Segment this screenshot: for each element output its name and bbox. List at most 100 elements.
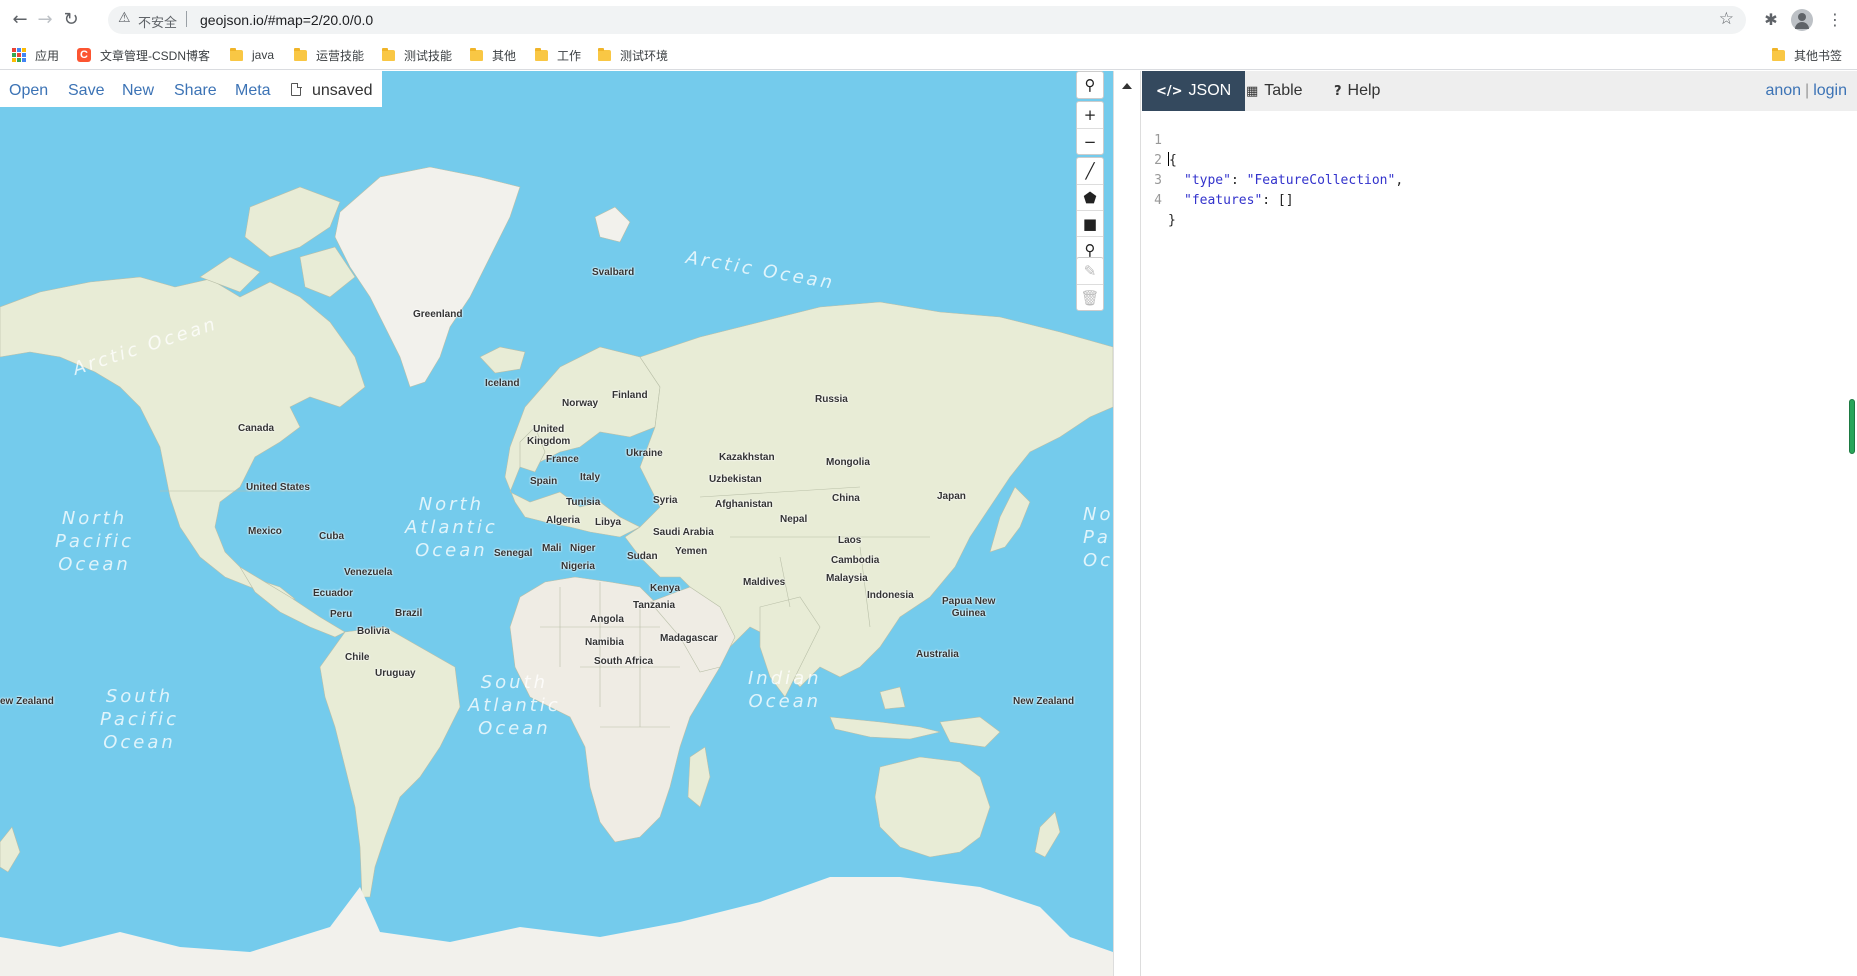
new-zealand-left-landmass <box>0 826 21 873</box>
tab-json-label: JSON <box>1188 82 1232 99</box>
folder-icon <box>294 47 307 61</box>
code-token: "type" <box>1184 173 1231 188</box>
place-label: United States <box>246 482 310 493</box>
bookmark-other-bookmarks[interactable]: 其他书签 <box>1772 46 1842 64</box>
profile-avatar[interactable] <box>1791 9 1813 31</box>
antarctica-landmass <box>0 877 1113 976</box>
place-label: Malaysia <box>826 573 868 584</box>
place-label: Madagascar <box>660 633 718 644</box>
place-label: Libya <box>595 517 622 528</box>
draw-rectangle-icon[interactable]: ■ <box>1077 210 1103 236</box>
folder-icon <box>382 47 395 61</box>
new-menu[interactable]: New <box>122 82 154 100</box>
apps-icon <box>12 48 26 62</box>
back-icon[interactable]: ← <box>8 8 32 32</box>
file-menu-bar: Open Save New Share Meta unsaved <box>0 71 382 107</box>
open-menu[interactable]: Open <box>9 82 48 100</box>
place-label: Cuba <box>319 531 344 542</box>
bookmark-qita[interactable]: 其他 <box>470 46 516 64</box>
security-label[interactable]: 不安全 <box>138 12 177 31</box>
place-label: Canada <box>238 423 275 434</box>
delete-layers-icon[interactable]: 🗑 <box>1077 284 1103 310</box>
folder-icon <box>1772 47 1785 61</box>
omnibox-separator <box>186 11 187 27</box>
save-menu[interactable]: Save <box>68 82 104 100</box>
place-label: Ecuador <box>313 588 354 599</box>
meta-menu[interactable]: Meta <box>235 82 271 100</box>
help-icon: ? <box>1334 84 1342 99</box>
ocean-label: Indian Ocean <box>748 668 822 712</box>
bookmark-csdn[interactable]: C 文章管理-CSDN博客 <box>77 46 210 64</box>
json-editor[interactable]: 1 { 2 "type": "FeatureCollection", 3 "fe… <box>1142 111 1857 976</box>
file-status: unsaved <box>312 82 373 99</box>
scrollbar-thumb[interactable] <box>1849 399 1855 454</box>
bookmark-gongzuo[interactable]: 工作 <box>535 46 581 64</box>
draw-toolbar: ╱ ⬟ ■ ⚲ <box>1076 157 1104 263</box>
place-label: Cambodia <box>831 555 880 566</box>
auth-links: anon | login <box>1765 82 1847 100</box>
zoom-out-button[interactable]: − <box>1077 128 1103 154</box>
place-label: Kenya <box>650 583 681 594</box>
place-label: ew Zealand <box>0 696 54 707</box>
code-token: : [] <box>1262 193 1294 208</box>
panel-tabs-bar: </> JSON ▦ Table ? Help anon | login <box>1142 71 1857 111</box>
share-menu[interactable]: Share <box>174 82 217 100</box>
place-label: Uruguay <box>375 668 416 679</box>
indonesia-landmass <box>829 686 941 740</box>
extensions-icon[interactable]: ✱ <box>1760 9 1782 31</box>
place-label: Japan <box>937 491 966 502</box>
folder-icon <box>535 47 548 61</box>
auth-separator: | <box>1805 82 1810 99</box>
map-canvas[interactable]: Arctic Ocean Arctic Ocean North Pacific … <box>0 107 1113 976</box>
login-link[interactable]: login <box>1813 82 1847 99</box>
tab-table-label: Table <box>1264 82 1303 99</box>
collapse-caret-icon[interactable] <box>1122 83 1132 89</box>
code-text: } <box>1168 211 1176 231</box>
address-bar-row: ← → ↻ ⚠ 不安全 geojson.io/#map=2/20.0/0.0 ☆… <box>0 0 1857 40</box>
place-label: Ukraine <box>626 448 663 459</box>
anon-link[interactable]: anon <box>1765 82 1801 99</box>
place-label: Laos <box>838 535 862 546</box>
star-icon[interactable]: ☆ <box>1719 9 1734 29</box>
place-label: Norway <box>562 398 599 409</box>
tab-help-label: Help <box>1347 82 1381 99</box>
omnibox[interactable]: ⚠ 不安全 geojson.io/#map=2/20.0/0.0 ☆ <box>108 6 1746 34</box>
tab-table[interactable]: ▦ Table <box>1232 71 1317 111</box>
bookmark-label: 应用 <box>35 48 60 63</box>
folder-icon <box>470 47 483 61</box>
arctic-islands <box>199 186 356 298</box>
folder-icon <box>230 47 243 61</box>
bookmark-apps[interactable]: 应用 <box>12 46 59 64</box>
url-text[interactable]: geojson.io/#map=2/20.0/0.0 <box>200 12 373 28</box>
bookmark-label: 运营技能 <box>316 48 365 63</box>
draw-line-icon[interactable]: ╱ <box>1077 158 1103 184</box>
code-token: "features" <box>1184 193 1263 208</box>
code-text: "features": [] <box>1184 191 1294 211</box>
place-label: Tunisia <box>566 497 601 508</box>
table-icon: ▦ <box>1246 84 1259 99</box>
edit-layers-icon[interactable]: ✎ <box>1077 258 1103 284</box>
bookmark-ceshi-jineng[interactable]: 测试技能 <box>382 46 452 64</box>
csdn-icon: C <box>77 48 91 62</box>
line-number: 4 <box>1154 193 1162 208</box>
tab-help[interactable]: ? Help <box>1320 71 1394 111</box>
tab-json[interactable]: </> JSON <box>1142 71 1246 111</box>
place-label: Venezuela <box>344 567 393 578</box>
bookmark-label: java <box>252 48 275 62</box>
menu-kebab-icon[interactable]: ⋮ <box>1824 9 1846 31</box>
bookmark-yunying[interactable]: 运营技能 <box>294 46 364 64</box>
place-label: Mali <box>542 543 562 554</box>
place-label: Italy <box>580 472 601 483</box>
zoom-in-button[interactable]: + <box>1077 102 1103 128</box>
search-icon[interactable]: ⚲ <box>1077 72 1103 98</box>
draw-polygon-icon[interactable]: ⬟ <box>1077 184 1103 210</box>
forward-icon[interactable]: → <box>33 8 57 32</box>
bookmark-java[interactable]: java <box>230 46 274 64</box>
reload-icon[interactable]: ↻ <box>59 8 83 32</box>
bookmark-ceshi-huanjing[interactable]: 测试环境 <box>598 46 668 64</box>
code-line: 3 "features": [] <box>1142 151 1293 208</box>
panel-divider[interactable] <box>1113 71 1141 976</box>
place-label: Indonesia <box>867 590 914 601</box>
place-label: Papua New Guinea <box>942 596 996 619</box>
place-label: South Africa <box>594 656 654 667</box>
